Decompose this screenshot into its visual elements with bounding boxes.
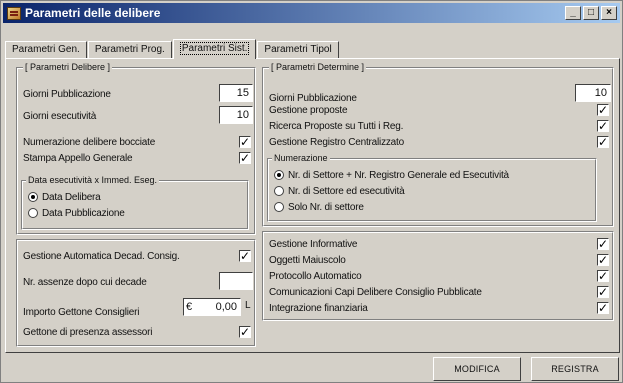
- gestione-proposte-label: Gestione proposte: [269, 104, 348, 116]
- numerazione-group: Numerazione Nr. di Settore + Nr. Registr…: [267, 153, 597, 222]
- app-icon: [7, 6, 21, 20]
- radio-data-pubblicazione[interactable]: Data Pubblicazione: [28, 205, 125, 221]
- tab-label: Parametri Prog.: [94, 44, 165, 55]
- radio-button[interactable]: [28, 208, 38, 218]
- radio-settore-registro[interactable]: Nr. di Settore + Nr. Registro Generale e…: [274, 167, 509, 183]
- data-esecutivita-group: Data esecutività x Immed. Eseg. Data Del…: [21, 175, 249, 230]
- radio-label: Data Delibera: [42, 191, 101, 203]
- gettone-assessori-checkbox[interactable]: [239, 324, 251, 340]
- nr-assenze-input[interactable]: [219, 272, 253, 290]
- giorni-esecutivita-label: Giorni esecutività: [23, 110, 97, 122]
- radio-data-delibera[interactable]: Data Delibera: [28, 189, 101, 205]
- ricerca-proposte-checkbox[interactable]: [597, 118, 609, 134]
- importo-gettone-input[interactable]: € 0,00: [183, 298, 241, 316]
- radio-button[interactable]: [274, 202, 284, 212]
- gestione-proposte-checkbox[interactable]: [597, 102, 609, 118]
- opzione-label: Gestione Informative: [269, 238, 358, 250]
- minimize-button[interactable]: _: [565, 6, 581, 20]
- tab-parametri-tipol[interactable]: Parametri Tipol: [257, 41, 339, 58]
- gestione-registro-label: Gestione Registro Centralizzato: [269, 136, 404, 148]
- currency-symbol: €: [186, 301, 193, 313]
- radio-button[interactable]: [274, 170, 284, 180]
- radio-settore-esecutivita[interactable]: Nr. di Settore ed esecutività: [274, 183, 405, 199]
- window-title: Parametri delle delibere: [25, 6, 161, 20]
- tab-parametri-gen[interactable]: Parametri Gen.: [5, 41, 87, 58]
- opzione-label: Oggetti Maiuscolo: [269, 254, 346, 266]
- tab-label: Parametri Tipol: [264, 44, 332, 55]
- gestione-decad-label: Gestione Automatica Decad. Consig.: [23, 250, 180, 262]
- gettone-assessori-label: Gettone di presenza assessori: [23, 326, 153, 338]
- delibere-group: [ Parametri Delibere ] Giorni Pubblicazi…: [16, 62, 256, 235]
- close-button[interactable]: ×: [601, 6, 617, 20]
- gestione-informative-checkbox[interactable]: [597, 236, 609, 252]
- gestione-registro-checkbox[interactable]: [597, 134, 609, 150]
- opzioni-group: Gestione Informative Oggetti Maiuscolo P…: [262, 231, 614, 321]
- modifica-button[interactable]: MODIFICA: [433, 357, 521, 381]
- delibere-legend: [ Parametri Delibere ]: [23, 62, 113, 72]
- determine-legend: [ Parametri Determine ]: [269, 62, 367, 72]
- det-giorni-pubblicazione-input[interactable]: 10: [575, 84, 611, 102]
- decadenze-group: Gestione Automatica Decad. Consig. Nr. a…: [16, 239, 256, 347]
- radio-solo-settore[interactable]: Solo Nr. di settore: [274, 199, 364, 215]
- radio-button[interactable]: [28, 192, 38, 202]
- tab-content: [ Parametri Delibere ] Giorni Pubblicazi…: [5, 58, 620, 353]
- protocollo-automatico-checkbox[interactable]: [597, 268, 609, 284]
- oggetti-maiuscolo-checkbox[interactable]: [597, 252, 609, 268]
- giorni-pubblicazione-input[interactable]: 15: [219, 84, 253, 102]
- importo-gettone-label: Importo Gettone Consiglieri: [23, 306, 140, 318]
- ricerca-proposte-label: Ricerca Proposte su Tutti i Reg.: [269, 120, 404, 132]
- tab-label: Parametri Gen.: [12, 44, 80, 55]
- data-esecutivita-legend: Data esecutività x Immed. Eseg.: [26, 175, 160, 185]
- tab-label: Parametri Sist.: [179, 42, 250, 55]
- nr-assenze-label: Nr. assenze dopo cui decade: [23, 276, 147, 288]
- dialog-window: Parametri delle delibere _ □ × Parametri…: [0, 0, 623, 383]
- importo-suffix: L: [245, 300, 251, 311]
- numerazione-legend: Numerazione: [272, 153, 330, 163]
- radio-button[interactable]: [274, 186, 284, 196]
- giorni-esecutivita-input[interactable]: 10: [219, 106, 253, 124]
- giorni-pubblicazione-label: Giorni Pubblicazione: [23, 88, 111, 100]
- tab-parametri-prog[interactable]: Parametri Prog.: [87, 41, 172, 58]
- opzione-label: Integrazione finanziaria: [269, 302, 368, 314]
- importo-value: 0,00: [215, 301, 237, 313]
- title-bar[interactable]: Parametri delle delibere _ □ ×: [3, 3, 620, 23]
- radio-label: Nr. di Settore + Nr. Registro Generale e…: [288, 169, 509, 181]
- comunicazioni-capi-checkbox[interactable]: [597, 284, 609, 300]
- maximize-button[interactable]: □: [583, 6, 599, 20]
- radio-label: Data Pubblicazione: [42, 207, 125, 219]
- determine-group: [ Parametri Determine ] Giorni Pubblicaz…: [262, 62, 614, 227]
- tab-strip: Parametri Gen. Parametri Prog. Parametri…: [5, 39, 340, 59]
- gestione-decad-checkbox[interactable]: [239, 248, 251, 264]
- radio-label: Nr. di Settore ed esecutività: [288, 185, 405, 197]
- radio-label: Solo Nr. di settore: [288, 201, 364, 213]
- tab-parametri-sist[interactable]: Parametri Sist.: [172, 39, 257, 59]
- stampa-appello-checkbox[interactable]: [239, 150, 251, 166]
- numerazione-bocciate-checkbox[interactable]: [239, 134, 251, 150]
- registra-button[interactable]: REGISTRA: [531, 357, 619, 381]
- stampa-appello-label: Stampa Appello Generale: [23, 152, 133, 164]
- opzione-label: Comunicazioni Capi Delibere Consiglio Pu…: [269, 286, 482, 298]
- integrazione-finanziaria-checkbox[interactable]: [597, 300, 609, 316]
- numerazione-bocciate-label: Numerazione delibere bocciate: [23, 136, 156, 148]
- opzione-label: Protocollo Automatico: [269, 270, 362, 282]
